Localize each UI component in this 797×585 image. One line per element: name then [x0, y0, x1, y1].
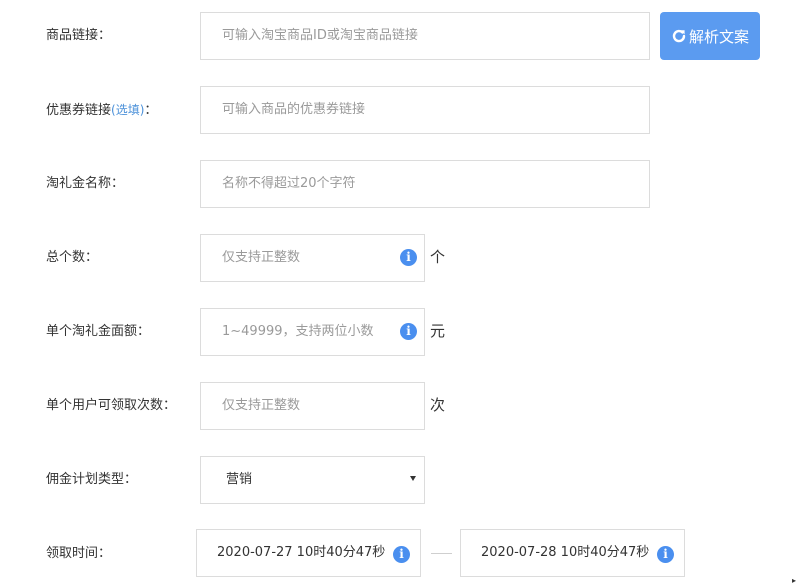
product-link-input[interactable]: 可输入淘宝商品ID或淘宝商品链接 [200, 12, 650, 60]
info-icon[interactable]: i [400, 249, 417, 266]
amount-unit: 元 [430, 322, 446, 340]
refresh-icon [672, 29, 686, 43]
gift-name-placeholder: 名称不得超过20个字符 [222, 176, 356, 191]
parse-copy-button[interactable]: 解析文案 [660, 12, 760, 60]
total-count-input[interactable]: 仅支持正整数 i [200, 234, 425, 282]
amount-label: 单个淘礼金面额： [46, 324, 151, 339]
commission-plan-value: 营销 [226, 472, 253, 487]
optional-tag: (选填) [111, 103, 145, 117]
info-icon[interactable]: i [400, 323, 417, 340]
per-user-placeholder: 仅支持正整数 [222, 398, 301, 413]
claim-time-label: 领取时间： [46, 546, 112, 561]
gift-name-input[interactable]: 名称不得超过20个字符 [200, 160, 650, 208]
per-user-label: 单个用户可领取次数： [46, 398, 177, 413]
amount-input[interactable]: 1~49999，支持两位小数 i [200, 308, 425, 356]
parse-copy-label: 解析文案 [688, 27, 749, 46]
claim-start-time-input[interactable]: 2020-07-27 10时40分47秒 i [196, 529, 421, 577]
info-icon[interactable]: i [393, 546, 410, 563]
commission-plan-label: 佣金计划类型： [46, 472, 138, 487]
info-icon[interactable]: i [657, 546, 674, 563]
gift-name-label: 淘礼金名称： [46, 176, 125, 191]
total-count-label: 总个数： [46, 250, 99, 265]
per-user-input[interactable]: 仅支持正整数 [200, 382, 425, 430]
date-range-separator [431, 553, 452, 554]
coupon-link-placeholder: 可输入商品的优惠券链接 [222, 102, 366, 117]
total-count-placeholder: 仅支持正整数 [222, 250, 301, 265]
coupon-link-label: 优惠券链接(选填)： [46, 103, 158, 118]
claim-end-time-input[interactable]: 2020-07-28 10时40分47秒 i [460, 529, 685, 577]
commission-plan-select[interactable]: 营销 [200, 456, 425, 504]
product-link-placeholder: 可输入淘宝商品ID或淘宝商品链接 [222, 28, 418, 43]
claim-start-time-value: 2020-07-27 10时40分47秒 [217, 545, 386, 560]
total-count-unit: 个 [430, 248, 446, 266]
coupon-link-input[interactable]: 可输入商品的优惠券链接 [200, 86, 650, 134]
chevron-down-icon [410, 476, 416, 481]
amount-placeholder: 1~49999，支持两位小数 [222, 324, 374, 339]
claim-end-time-value: 2020-07-28 10时40分47秒 [481, 545, 650, 560]
cursor-icon: ▸ [792, 576, 797, 585]
per-user-unit: 次 [430, 396, 446, 414]
product-link-label: 商品链接： [46, 28, 112, 43]
